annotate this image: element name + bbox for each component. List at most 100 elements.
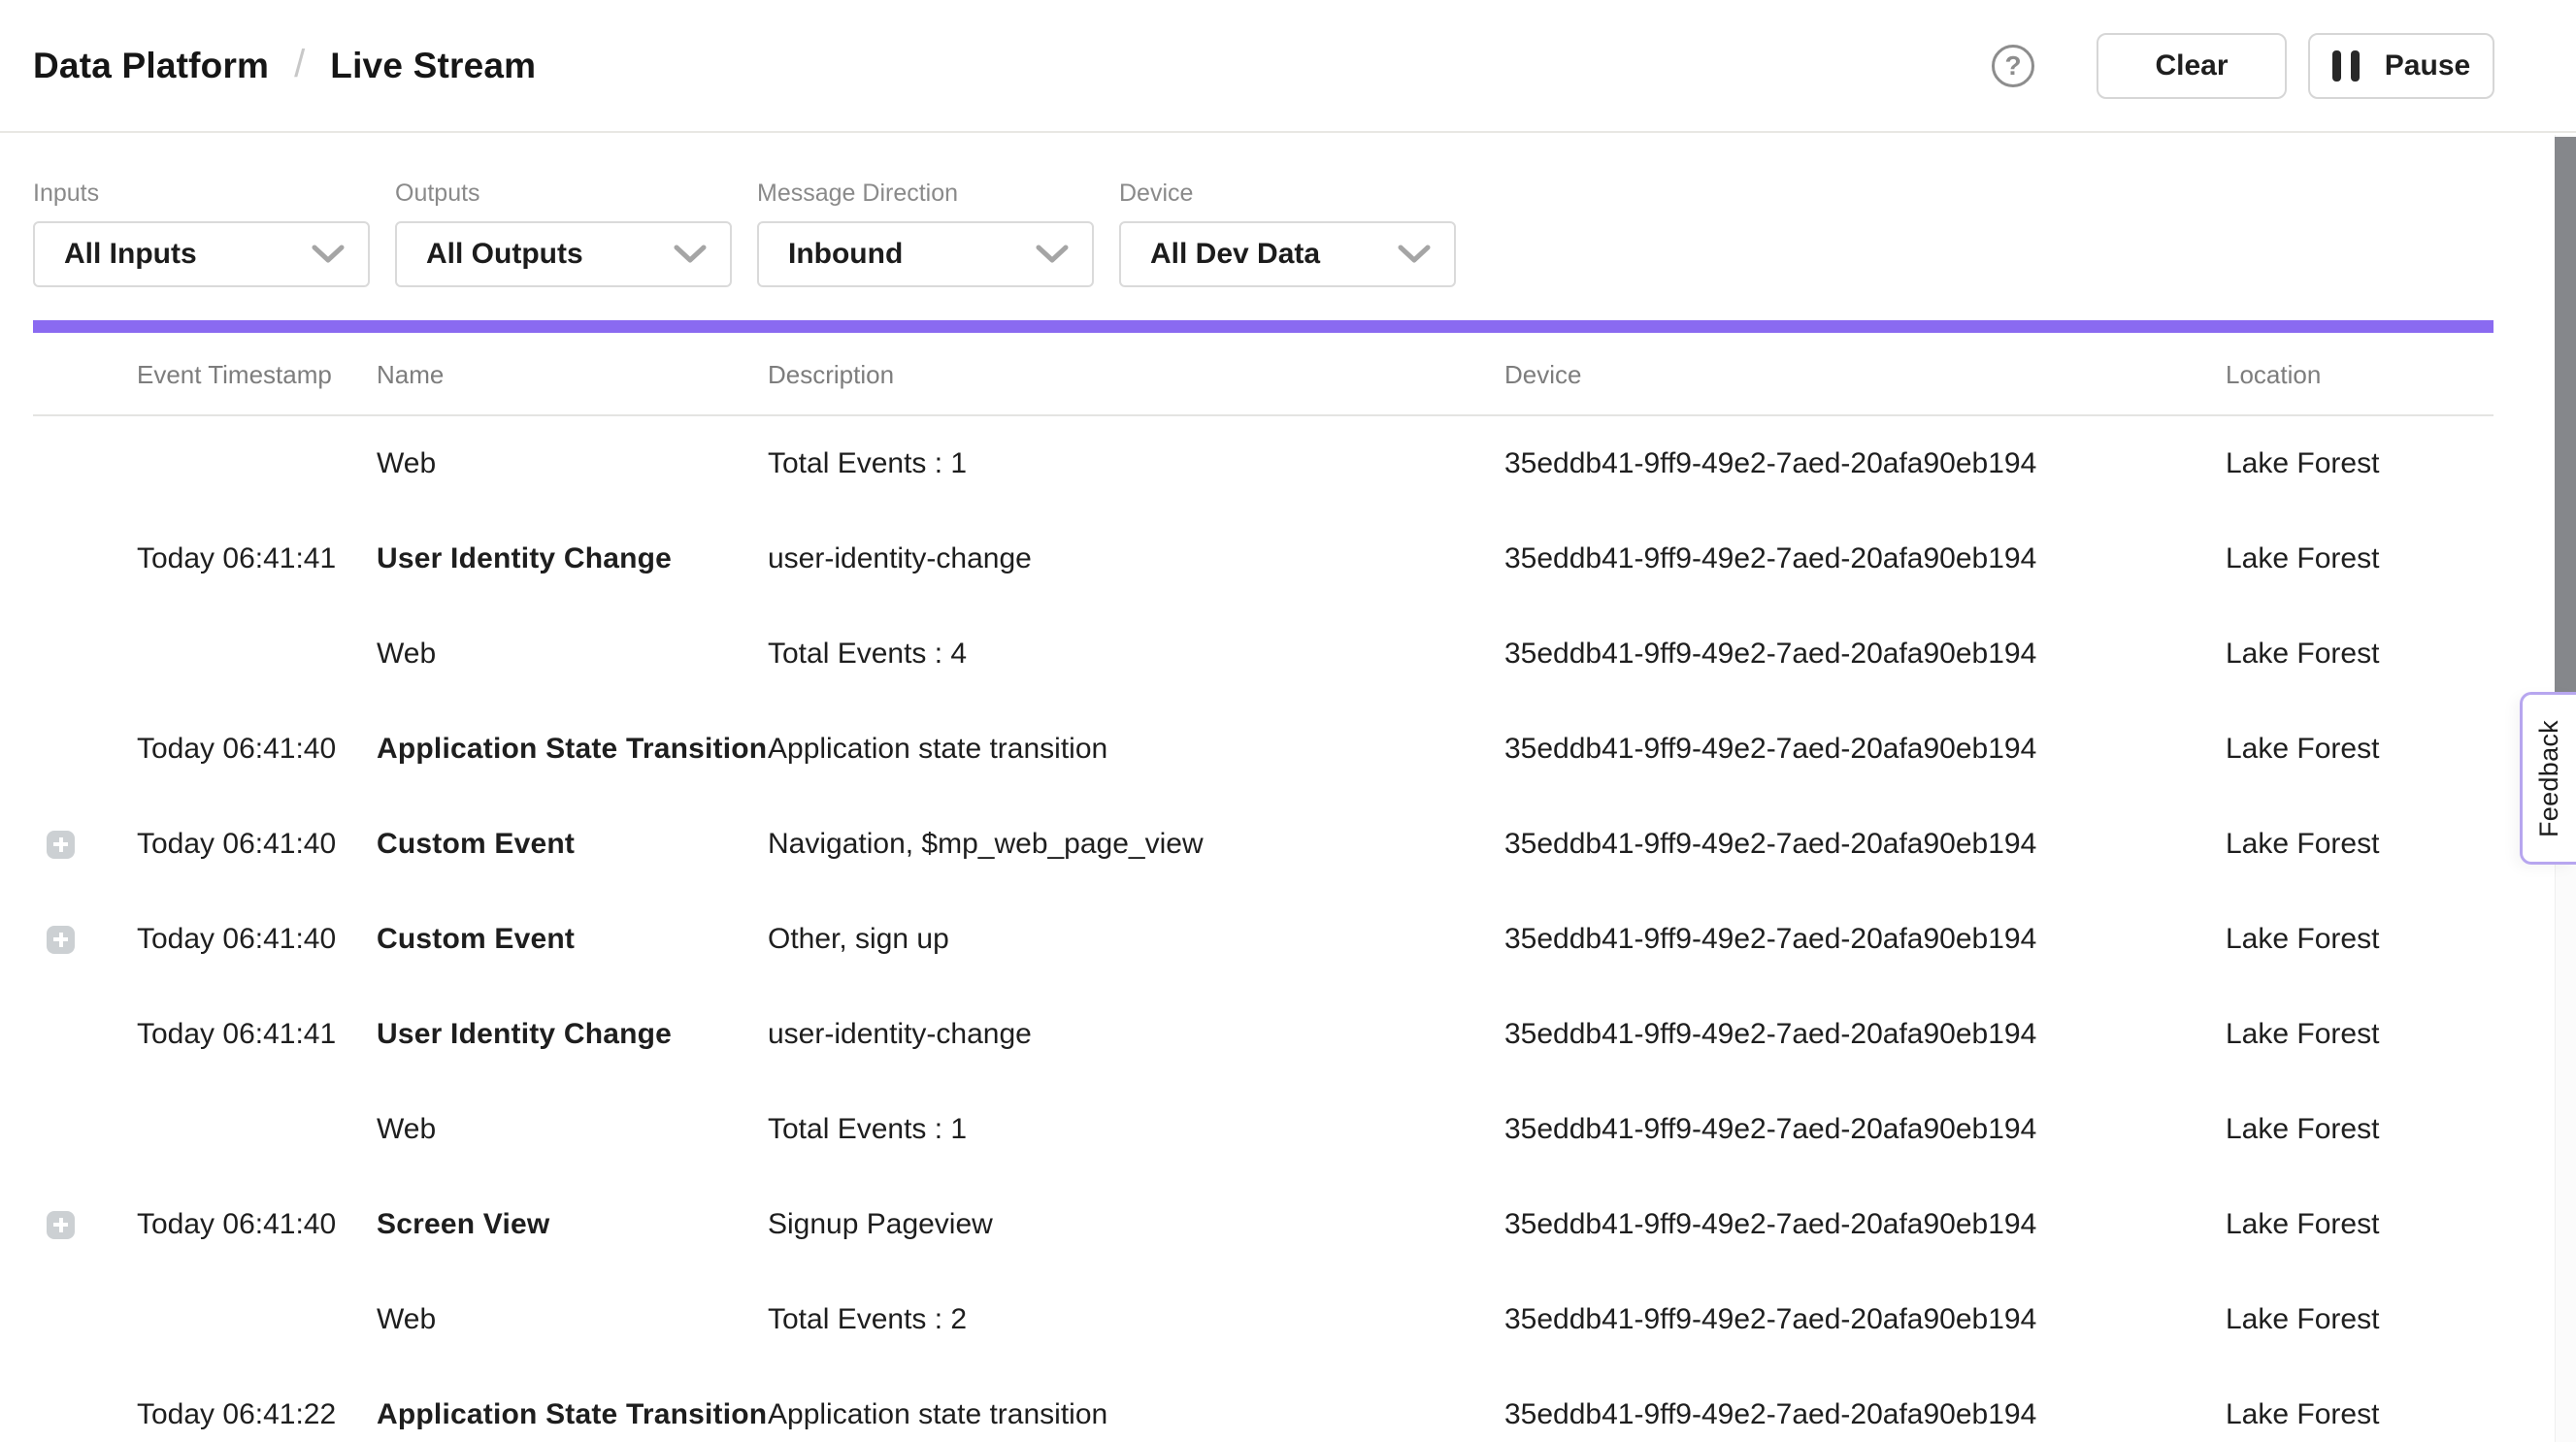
timestamp-cell: Today 06:41:22 [137, 1398, 377, 1431]
name-cell: Web [377, 447, 768, 480]
chevron-down-icon [674, 245, 707, 264]
feedback-tab[interactable]: Feedback [2520, 692, 2576, 865]
expand-plus-icon[interactable] [47, 1211, 75, 1239]
table-row: WebTotal Events : 235eddb41-9ff9-49e2-7a… [0, 1272, 2576, 1367]
device-cell: 35eddb41-9ff9-49e2-7aed-20afa90eb194 [1504, 1303, 2226, 1336]
filter-inputs-label: Inputs [33, 180, 370, 208]
description-cell: user-identity-change [768, 542, 1504, 575]
device-cell: 35eddb41-9ff9-49e2-7aed-20afa90eb194 [1504, 638, 2226, 671]
pause-button[interactable]: Pause [2308, 33, 2494, 99]
table-row: Today 06:41:40Custom EventNavigation, $m… [0, 797, 2576, 892]
timestamp-cell: Today 06:41:40 [137, 733, 377, 766]
description-cell: Total Events : 2 [768, 1303, 1504, 1336]
device-cell: 35eddb41-9ff9-49e2-7aed-20afa90eb194 [1504, 1398, 2226, 1431]
expand-cell [0, 1211, 137, 1239]
outputs-select[interactable]: All Outputs [395, 221, 732, 287]
filter-message-direction: Message Direction Inbound [757, 180, 1094, 287]
expand-plus-icon[interactable] [47, 831, 75, 859]
topbar: Data Platform / Live Stream ? Clear Paus… [0, 0, 2576, 133]
device-cell: 35eddb41-9ff9-49e2-7aed-20afa90eb194 [1504, 828, 2226, 861]
message-direction-select-value: Inbound [788, 238, 903, 271]
table-row: WebTotal Events : 435eddb41-9ff9-49e2-7a… [0, 606, 2576, 702]
column-header-event-timestamp: Event Timestamp [137, 360, 377, 390]
accent-bar [33, 320, 2493, 333]
description-cell: Other, sign up [768, 923, 1504, 956]
device-cell: 35eddb41-9ff9-49e2-7aed-20afa90eb194 [1504, 923, 2226, 956]
inputs-select-value: All Inputs [64, 238, 197, 271]
outputs-select-value: All Outputs [426, 238, 583, 271]
location-cell: Lake Forest [2226, 1208, 2576, 1241]
breadcrumb-separator: / [294, 43, 305, 86]
name-cell: User Identity Change [377, 1018, 768, 1051]
name-cell: User Identity Change [377, 542, 768, 575]
column-header-description: Description [768, 360, 1504, 390]
device-select[interactable]: All Dev Data [1119, 221, 1456, 287]
device-cell: 35eddb41-9ff9-49e2-7aed-20afa90eb194 [1504, 542, 2226, 575]
breadcrumb-live-stream: Live Stream [330, 46, 536, 86]
clear-button[interactable]: Clear [2097, 33, 2287, 99]
description-cell: Total Events : 1 [768, 1113, 1504, 1146]
live-stream-page: Data Platform / Live Stream ? Clear Paus… [0, 0, 2576, 1442]
location-cell: Lake Forest [2226, 1018, 2576, 1051]
filter-message-direction-label: Message Direction [757, 180, 1094, 208]
filter-inputs: Inputs All Inputs [33, 180, 370, 287]
table-row: Today 06:41:40Custom EventOther, sign up… [0, 892, 2576, 987]
location-cell: Lake Forest [2226, 1113, 2576, 1146]
description-cell: user-identity-change [768, 1018, 1504, 1051]
filter-device-label: Device [1119, 180, 1456, 208]
table-row: WebTotal Events : 135eddb41-9ff9-49e2-7a… [0, 1082, 2576, 1177]
expand-cell [0, 831, 137, 859]
timestamp-cell: Today 06:41:41 [137, 1018, 377, 1051]
description-cell: Application state transition [768, 733, 1504, 766]
inputs-select[interactable]: All Inputs [33, 221, 370, 287]
description-cell: Navigation, $mp_web_page_view [768, 828, 1504, 861]
timestamp-cell: Today 06:41:40 [137, 828, 377, 861]
table-row: Today 06:41:41User Identity Changeuser-i… [0, 987, 2576, 1082]
timestamp-cell: Today 06:41:41 [137, 542, 377, 575]
location-cell: Lake Forest [2226, 1398, 2576, 1431]
name-cell: Web [377, 1303, 768, 1336]
breadcrumb-data-platform[interactable]: Data Platform [33, 46, 269, 86]
column-header-device: Device [1504, 360, 2226, 390]
timestamp-cell: Today 06:41:40 [137, 1208, 377, 1241]
name-cell: Application State Transition [377, 1398, 768, 1431]
expand-cell [0, 926, 137, 954]
name-cell: Application State Transition [377, 733, 768, 766]
events-table: Event TimestampNameDescriptionDeviceLoca… [0, 333, 2576, 1442]
device-cell: 35eddb41-9ff9-49e2-7aed-20afa90eb194 [1504, 1113, 2226, 1146]
description-cell: Signup Pageview [768, 1208, 1504, 1241]
column-header-name: Name [377, 360, 768, 390]
breadcrumb: Data Platform / Live Stream [33, 44, 536, 87]
help-icon[interactable]: ? [1992, 45, 2034, 87]
table-row: WebTotal Events : 135eddb41-9ff9-49e2-7a… [0, 416, 2576, 511]
name-cell: Web [377, 1113, 768, 1146]
description-cell: Total Events : 1 [768, 447, 1504, 480]
pause-icon [2332, 50, 2360, 82]
topbar-actions: ? Clear Pause [1992, 33, 2494, 99]
description-cell: Application state transition [768, 1398, 1504, 1431]
pause-button-label: Pause [2385, 49, 2470, 82]
table-header-row: Event TimestampNameDescriptionDeviceLoca… [0, 333, 2576, 416]
table-row: Today 06:41:22Application State Transiti… [0, 1367, 2576, 1442]
chevron-down-icon [312, 245, 345, 264]
feedback-tab-label: Feedback [2534, 720, 2564, 837]
device-select-value: All Dev Data [1150, 238, 1320, 271]
filters-bar: Inputs All Inputs Outputs All Outputs Messag… [0, 133, 2576, 287]
name-cell: Screen View [377, 1208, 768, 1241]
expand-plus-icon[interactable] [47, 926, 75, 954]
description-cell: Total Events : 4 [768, 638, 1504, 671]
device-cell: 35eddb41-9ff9-49e2-7aed-20afa90eb194 [1504, 1208, 2226, 1241]
device-cell: 35eddb41-9ff9-49e2-7aed-20afa90eb194 [1504, 447, 2226, 480]
filter-outputs-label: Outputs [395, 180, 732, 208]
name-cell: Custom Event [377, 923, 768, 956]
chevron-down-icon [1036, 245, 1069, 264]
table-row: Today 06:41:40Screen ViewSignup Pageview… [0, 1177, 2576, 1272]
message-direction-select[interactable]: Inbound [757, 221, 1094, 287]
table-body: WebTotal Events : 135eddb41-9ff9-49e2-7a… [0, 416, 2576, 1442]
chevron-down-icon [1398, 245, 1431, 264]
device-cell: 35eddb41-9ff9-49e2-7aed-20afa90eb194 [1504, 733, 2226, 766]
table-row: Today 06:41:40Application State Transiti… [0, 702, 2576, 797]
filter-outputs: Outputs All Outputs [395, 180, 732, 287]
scrollbar-thumb[interactable] [2555, 137, 2576, 692]
location-cell: Lake Forest [2226, 542, 2576, 575]
